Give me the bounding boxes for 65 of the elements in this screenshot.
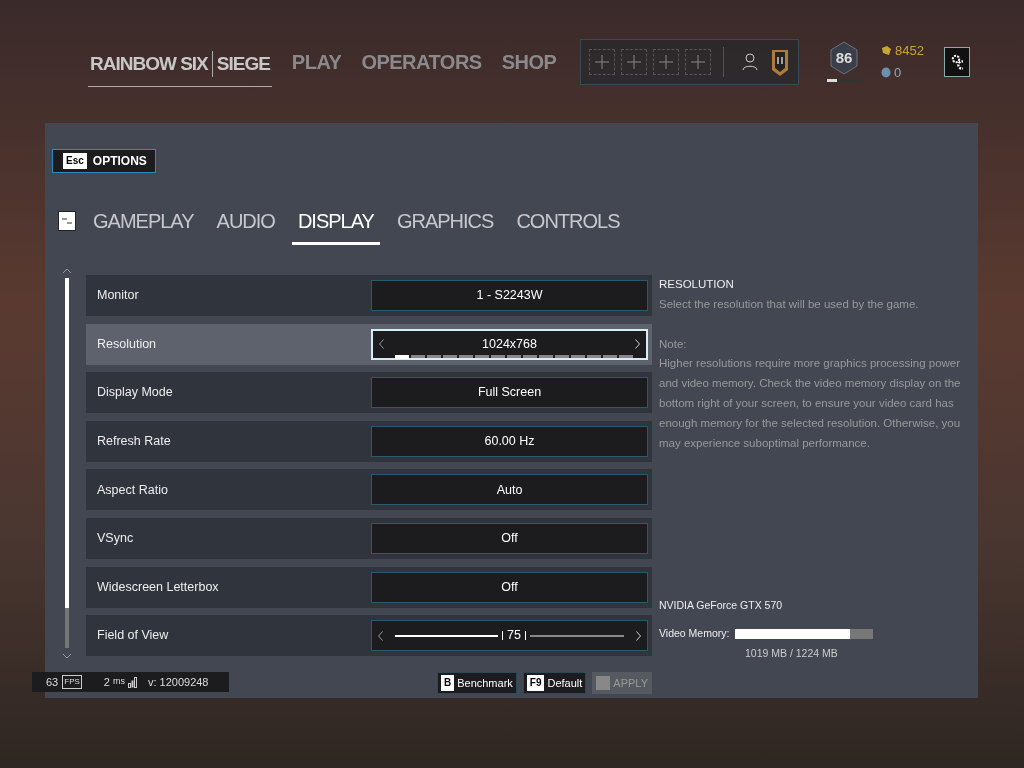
fps-label: FPS: [62, 675, 82, 689]
setting-row[interactable]: Resolution 1024x768: [86, 323, 652, 365]
game-logo[interactable]: RAINBOW SIX SIEGE: [88, 41, 272, 88]
description-text: Select the resolution that will be used by the game.: [659, 296, 920, 312]
setting-value[interactable]: 1 - S2243W: [371, 280, 648, 311]
setting-row[interactable]: Refresh Rate 60.00 Hz: [86, 420, 652, 462]
keybind-icon: [58, 211, 76, 231]
setting-value[interactable]: Full Screen: [371, 377, 648, 409]
level-progress-bar: [827, 79, 862, 82]
person-icon[interactable]: [742, 52, 759, 71]
setting-row[interactable]: Monitor 1 - S2243W: [86, 275, 652, 316]
renown-icon: [881, 45, 893, 57]
ping-value: 2: [103, 674, 110, 690]
settings-tab[interactable]: CONTROLS: [510, 205, 626, 245]
setting-value[interactable]: Off: [371, 522, 648, 554]
settings-tab[interactable]: GAMEPLAY: [87, 205, 200, 245]
setting-label: Widescreen Letterbox: [97, 578, 219, 596]
nav-link[interactable]: OPERATORS: [361, 46, 482, 77]
version-text: v: 12009248: [147, 674, 209, 690]
nav-link[interactable]: PLAY: [291, 46, 342, 77]
fps-value: 63: [46, 674, 59, 690]
setting-label: Display Mode: [97, 384, 173, 402]
plus-icon: [595, 54, 610, 69]
note-label: Note:: [659, 336, 688, 352]
action-button[interactable]: F9 Default: [522, 671, 587, 694]
nav-link[interactable]: SHOP: [501, 46, 557, 77]
setting-value[interactable]: Off: [371, 571, 648, 603]
scrollbar[interactable]: [62, 268, 72, 660]
memory-label: Video Memory:: [659, 626, 730, 642]
setting-row[interactable]: Aspect Ratio Auto: [86, 469, 652, 511]
settings-tab[interactable]: GRAPHICS: [390, 205, 500, 245]
setting-value[interactable]: Auto: [371, 474, 648, 506]
setting-label: Refresh Rate: [97, 432, 171, 450]
setting-label: VSync: [97, 530, 134, 548]
setting-value[interactable]: 60.00 Hz: [371, 425, 648, 457]
gpu-name: NVIDIA GeForce GTX 570: [659, 598, 784, 614]
slider-value: 75: [507, 627, 521, 645]
memory-reading: 1019 MB / 1224 MB: [745, 645, 839, 661]
level-badge: 86: [829, 41, 860, 75]
back-button[interactable]: Esc OPTIONS: [52, 149, 156, 173]
setting-label: Field of View: [97, 627, 169, 645]
setting-value: 1024x768: [481, 335, 538, 353]
description-title: RESOLUTION: [659, 277, 735, 292]
credits-amount: 0: [894, 63, 902, 82]
setting-row[interactable]: Display Mode Full Screen: [86, 372, 652, 414]
ping-unit: ms: [112, 675, 125, 689]
renown-amount: 8452: [895, 42, 924, 60]
settings-tab[interactable]: DISPLAY: [291, 205, 380, 245]
settings-tab[interactable]: AUDIO: [210, 205, 281, 245]
plus-icon: [691, 54, 706, 69]
signal-icon: [127, 676, 138, 688]
setting-label: Resolution: [97, 335, 157, 353]
setting-selector[interactable]: 1024x768: [371, 328, 648, 360]
note-text: Higher resolutions require more graphics processing power and video memory. Check the video memory display on the bottom right of your screen, to ensure your video card has enough memory for the selected resolution. Otherwise, you may experience suboptimal performance.: [659, 356, 962, 451]
setting-selector[interactable]: 75: [371, 620, 648, 652]
setting-label: Aspect Ratio: [97, 481, 168, 499]
credits-icon: [881, 66, 892, 78]
slider-track[interactable]: 75: [395, 626, 624, 646]
plus-icon: [659, 54, 674, 69]
setting-label: Monitor: [97, 287, 139, 305]
setting-row[interactable]: VSync Off: [86, 517, 652, 559]
setting-row[interactable]: Field of View 75: [86, 615, 652, 657]
action-button[interactable]: B Benchmark: [436, 671, 517, 694]
setting-row[interactable]: Widescreen Letterbox Off: [86, 566, 652, 608]
plus-icon: [627, 54, 642, 69]
